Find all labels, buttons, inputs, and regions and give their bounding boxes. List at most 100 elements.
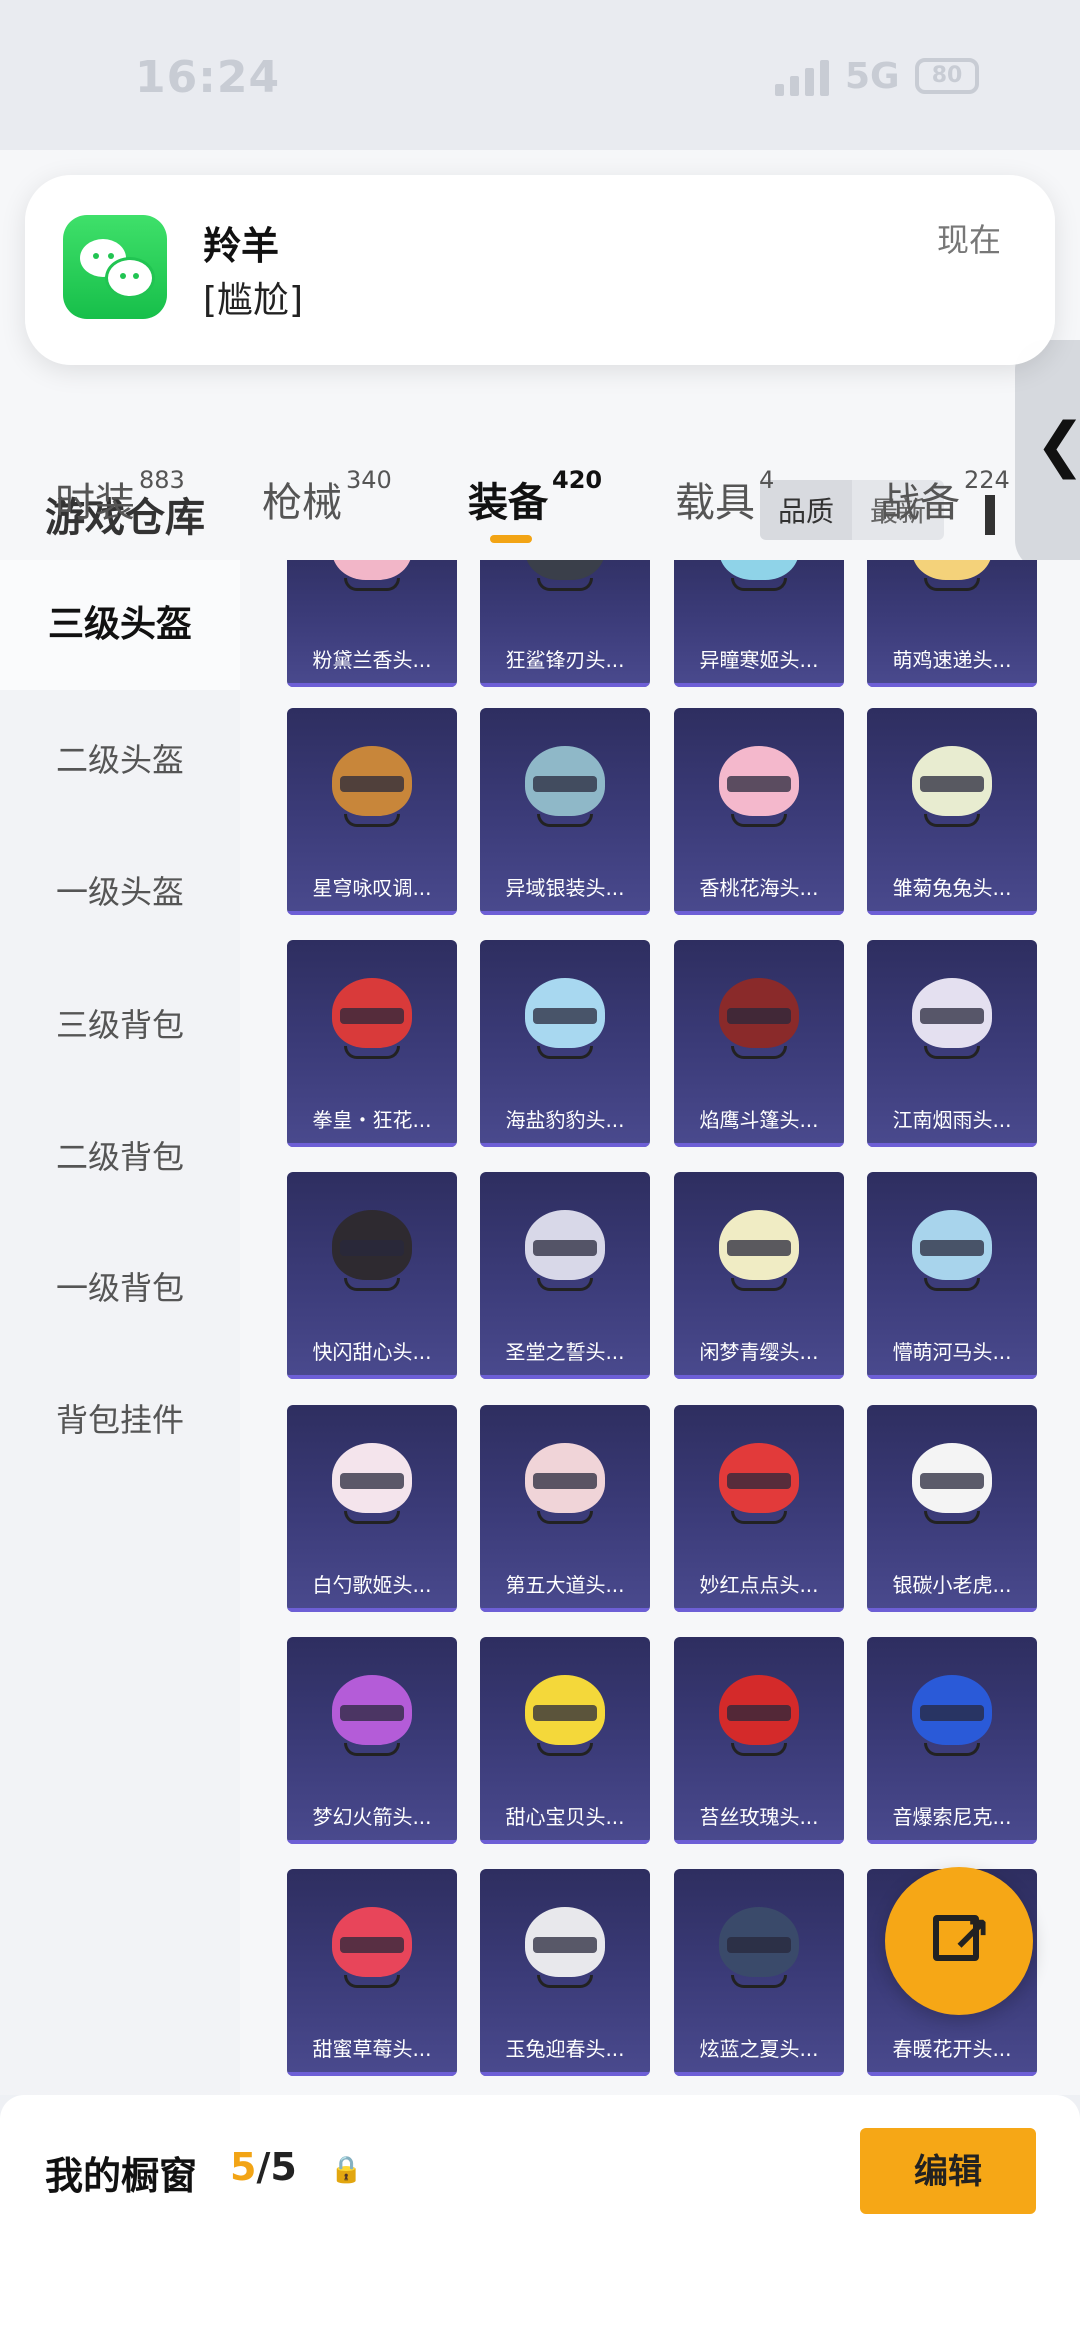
helmet-icon bbox=[902, 1210, 1002, 1298]
item-name: 炫蓝之夏头... bbox=[699, 2037, 819, 2061]
helmet-icon bbox=[709, 560, 809, 598]
share-button[interactable]: ↗ bbox=[885, 1867, 1033, 2015]
sidebar-item-level3-helmet[interactable]: 三级头盔 bbox=[0, 560, 240, 690]
showcase-bar: 我的橱窗 5/5 🔒 编辑 bbox=[0, 2095, 1080, 2341]
item-card[interactable]: 星穹咏叹调... bbox=[287, 708, 457, 915]
sidebar-item-level1-backpack[interactable]: 一级背包 bbox=[0, 1263, 240, 1309]
battery-icon: 80 bbox=[915, 58, 979, 94]
item-card[interactable]: 妙红点点头... bbox=[674, 1405, 844, 1612]
item-card[interactable]: 甜蜜草莓头... bbox=[287, 1869, 457, 2076]
status-time: 16:24 bbox=[135, 52, 281, 103]
item-card[interactable]: 异瞳寒姬头... bbox=[674, 560, 844, 687]
item-card[interactable]: 白勺歌姬头... bbox=[287, 1405, 457, 1612]
item-name: 苔丝玫瑰头... bbox=[699, 1805, 819, 1829]
helmet-icon bbox=[902, 560, 1002, 598]
item-card[interactable]: 雏菊兔兔头... bbox=[867, 708, 1037, 915]
item-card[interactable]: 萌鸡速递头... bbox=[867, 560, 1037, 687]
helmet-icon bbox=[515, 1443, 615, 1531]
wechat-notification[interactable]: 羚羊 [尴尬] 现在 bbox=[25, 175, 1055, 365]
item-card[interactable]: 粉黛兰香头... bbox=[287, 560, 457, 687]
item-name: 甜蜜草莓头... bbox=[312, 2037, 432, 2061]
tab-fashion[interactable]: 时装 883 bbox=[55, 466, 185, 528]
item-name: 粉黛兰香头... bbox=[312, 648, 432, 672]
item-card[interactable]: 闲梦青缨头... bbox=[674, 1172, 844, 1379]
item-name: 异瞳寒姬头... bbox=[699, 648, 819, 672]
helmet-icon bbox=[709, 1443, 809, 1531]
helmet-icon bbox=[515, 1210, 615, 1298]
helmet-icon bbox=[322, 746, 422, 834]
lock-icon: 🔒 bbox=[330, 2155, 363, 2185]
helmet-icon bbox=[322, 1443, 422, 1531]
item-card[interactable]: 懵萌河马头... bbox=[867, 1172, 1037, 1379]
chevron-left-icon: ❮ bbox=[1035, 410, 1080, 480]
helmet-icon bbox=[322, 1675, 422, 1763]
edit-button[interactable]: 编辑 bbox=[860, 2128, 1036, 2214]
item-name: 拳皇・狂花... bbox=[312, 1108, 432, 1132]
item-name: 闲梦青缨头... bbox=[699, 1340, 819, 1364]
tab-active-indicator bbox=[490, 535, 532, 543]
network-label: 5G bbox=[845, 56, 900, 97]
sidebar-item-level2-helmet[interactable]: 二级头盔 bbox=[0, 735, 240, 781]
item-name: 快闪甜心头... bbox=[312, 1340, 432, 1364]
item-card[interactable]: 银碳小老虎... bbox=[867, 1405, 1037, 1612]
helmet-icon bbox=[709, 1210, 809, 1298]
item-card[interactable]: 甜心宝贝头... bbox=[480, 1637, 650, 1844]
item-name: 白勺歌姬头... bbox=[312, 1573, 432, 1597]
item-name: 萌鸡速递头... bbox=[892, 648, 1012, 672]
notification-time: 现在 bbox=[937, 221, 1002, 259]
helmet-icon bbox=[515, 978, 615, 1066]
helmet-icon bbox=[709, 978, 809, 1066]
sidebar-item-level3-backpack[interactable]: 三级背包 bbox=[0, 1000, 240, 1046]
helmet-icon bbox=[709, 1675, 809, 1763]
item-name: 圣堂之誓头... bbox=[505, 1340, 625, 1364]
item-card[interactable]: 狂鲨锋刃头... bbox=[480, 560, 650, 687]
sidebar-item-level2-backpack[interactable]: 二级背包 bbox=[0, 1132, 240, 1178]
helmet-icon bbox=[709, 1907, 809, 1995]
wechat-icon bbox=[63, 215, 167, 319]
item-name: 江南烟雨头... bbox=[892, 1108, 1012, 1132]
item-card[interactable]: 炫蓝之夏头... bbox=[674, 1869, 844, 2076]
item-name: 梦幻火箭头... bbox=[312, 1805, 432, 1829]
item-name: 狂鲨锋刃头... bbox=[505, 648, 625, 672]
tab-battle-prep[interactable]: 战备 224 bbox=[880, 466, 1010, 528]
item-card[interactable]: 苔丝玫瑰头... bbox=[674, 1637, 844, 1844]
subcategory-sidebar: 三级头盔 二级头盔 一级头盔 三级背包 二级背包 一级背包 背包挂件 bbox=[0, 560, 240, 2095]
sidebar-item-level1-helmet[interactable]: 一级头盔 bbox=[0, 867, 240, 913]
status-bar: 16:24 5G 80 bbox=[0, 0, 1080, 150]
side-drawer-handle[interactable]: ❮ bbox=[1015, 340, 1080, 570]
helmet-icon bbox=[902, 746, 1002, 834]
item-name: 懵萌河马头... bbox=[892, 1340, 1012, 1364]
item-card[interactable]: 快闪甜心头... bbox=[287, 1172, 457, 1379]
helmet-icon bbox=[322, 560, 422, 598]
item-name: 音爆索尼克... bbox=[892, 1805, 1012, 1829]
showcase-count: 5/5 bbox=[230, 2145, 297, 2189]
item-card[interactable]: 玉兔迎春头... bbox=[480, 1869, 650, 2076]
item-card[interactable]: 海盐豹豹头... bbox=[480, 940, 650, 1147]
signal-icon bbox=[775, 60, 829, 96]
helmet-icon bbox=[515, 1907, 615, 1995]
helmet-icon bbox=[515, 1675, 615, 1763]
tab-guns[interactable]: 枪械 340 bbox=[262, 466, 392, 528]
sidebar-item-backpack-charm[interactable]: 背包挂件 bbox=[0, 1395, 240, 1441]
item-card[interactable]: 焰鹰斗篷头... bbox=[674, 940, 844, 1147]
item-card[interactable]: 香桃花海头... bbox=[674, 708, 844, 915]
helmet-icon bbox=[515, 560, 615, 598]
item-name: 玉兔迎春头... bbox=[505, 2037, 625, 2061]
helmet-icon bbox=[902, 978, 1002, 1066]
notification-message: [尴尬] bbox=[203, 280, 304, 321]
item-name: 春暖花开头... bbox=[892, 2037, 1012, 2061]
item-card[interactable]: 音爆索尼克... bbox=[867, 1637, 1037, 1844]
item-card[interactable]: 圣堂之誓头... bbox=[480, 1172, 650, 1379]
item-name: 香桃花海头... bbox=[699, 876, 819, 900]
helmet-icon bbox=[322, 1210, 422, 1298]
item-name: 妙红点点头... bbox=[699, 1573, 819, 1597]
tab-equipment[interactable]: 装备 420 bbox=[468, 466, 602, 528]
item-card[interactable]: 梦幻火箭头... bbox=[287, 1637, 457, 1844]
item-name: 第五大道头... bbox=[505, 1573, 625, 1597]
item-card[interactable]: 第五大道头... bbox=[480, 1405, 650, 1612]
item-card[interactable]: 江南烟雨头... bbox=[867, 940, 1037, 1147]
tab-vehicles[interactable]: 载具 4 bbox=[675, 466, 774, 528]
item-card[interactable]: 拳皇・狂花... bbox=[287, 940, 457, 1147]
item-card[interactable]: 异域银装头... bbox=[480, 708, 650, 915]
item-name: 焰鹰斗篷头... bbox=[699, 1108, 819, 1132]
